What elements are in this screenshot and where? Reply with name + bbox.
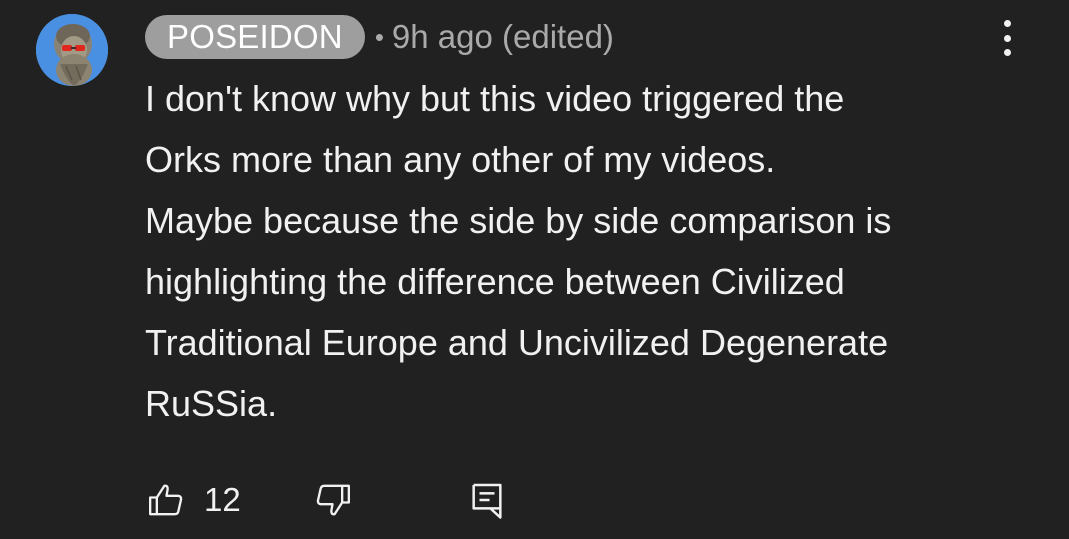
more-vert-icon[interactable] — [992, 18, 1022, 58]
comment-header: POSEIDON • 9h ago (edited) — [145, 14, 614, 60]
reply-comment-icon — [472, 483, 502, 519]
comment-line: Maybe because the side by side compariso… — [145, 200, 892, 241]
comment-line: RuSSia. — [145, 383, 278, 424]
comment-timestamp[interactable]: 9h ago (edited) — [392, 18, 614, 56]
author-name-chip[interactable]: POSEIDON — [145, 15, 365, 59]
comment-line: I don't know why but this video triggere… — [145, 78, 845, 119]
author-name: POSEIDON — [167, 18, 343, 55]
comment-line: Traditional Europe and Uncivilized Degen… — [145, 322, 889, 363]
comment-line: Orks more than any other of my videos. — [145, 139, 776, 180]
comment-body: I don't know why but this video triggere… — [145, 68, 1045, 434]
more-dot — [1003, 20, 1011, 27]
dislike-button[interactable] — [313, 480, 353, 520]
statue-avatar-icon — [36, 14, 108, 86]
thumb-down-icon — [316, 484, 350, 516]
header-separator: • — [374, 21, 384, 52]
comment-actions: 12 — [146, 478, 506, 522]
like-button[interactable]: 12 — [146, 480, 241, 520]
like-count: 12 — [204, 481, 241, 518]
more-dot — [1003, 34, 1011, 42]
more-dot — [1003, 49, 1011, 56]
comment-thread: POSEIDON • 9h ago (edited) I don't know … — [0, 0, 1069, 539]
reply-button[interactable] — [468, 480, 506, 520]
thumb-up-icon — [149, 484, 183, 516]
avatar[interactable] — [36, 14, 108, 86]
comment-line: highlighting the difference between Civi… — [145, 261, 845, 302]
